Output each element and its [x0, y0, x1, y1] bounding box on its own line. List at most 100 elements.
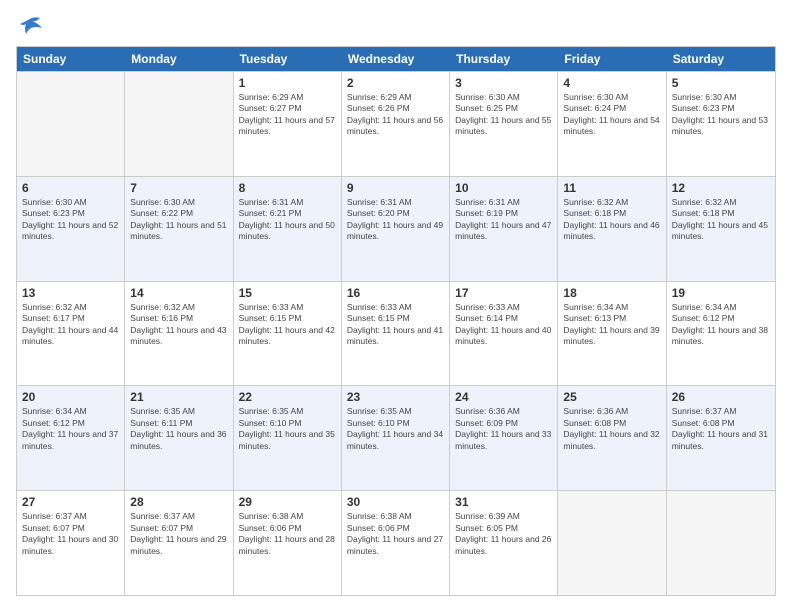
day-number: 6: [22, 181, 119, 195]
logo: [16, 16, 44, 36]
calendar-cell: 28 Sunrise: 6:37 AM Sunset: 6:07 PM Dayli…: [125, 491, 233, 595]
day-number: 2: [347, 76, 444, 90]
calendar-cell: 14 Sunrise: 6:32 AM Sunset: 6:16 PM Dayli…: [125, 282, 233, 386]
calendar-cell: 16 Sunrise: 6:33 AM Sunset: 6:15 PM Dayli…: [342, 282, 450, 386]
day-number: 16: [347, 286, 444, 300]
cell-info: Sunrise: 6:30 AM Sunset: 6:25 PM Dayligh…: [455, 92, 552, 138]
calendar-cell: 17 Sunrise: 6:33 AM Sunset: 6:14 PM Dayli…: [450, 282, 558, 386]
header-day-wednesday: Wednesday: [342, 47, 450, 71]
calendar-cell: 9Sunrise: 6:31 AM Sunset: 6:20 PM Daylig…: [342, 177, 450, 281]
day-number: 29: [239, 495, 336, 509]
calendar-cell: 7 Sunrise: 6:30 AM Sunset: 6:22 PM Daylig…: [125, 177, 233, 281]
calendar-cell: 10Sunrise: 6:31 AM Sunset: 6:19 PM Dayli…: [450, 177, 558, 281]
calendar-cell: 8 Sunrise: 6:31 AM Sunset: 6:21 PM Daylig…: [234, 177, 342, 281]
day-number: 26: [672, 390, 770, 404]
cell-info: Sunrise: 6:31 AM Sunset: 6:19 PM Dayligh…: [455, 197, 552, 243]
day-number: 7: [130, 181, 227, 195]
calendar-cell: 26 Sunrise: 6:37 AM Sunset: 6:08 PM Dayli…: [667, 386, 775, 490]
calendar-row-5: 27 Sunrise: 6:37 AM Sunset: 6:07 PM Dayli…: [17, 490, 775, 595]
day-number: 25: [563, 390, 660, 404]
calendar-cell: 20Sunrise: 6:34 AM Sunset: 6:12 PM Dayli…: [17, 386, 125, 490]
day-number: 11: [563, 181, 660, 195]
cell-info: Sunrise: 6:30 AM Sunset: 6:22 PM Dayligh…: [130, 197, 227, 243]
day-number: 21: [130, 390, 227, 404]
cell-info: Sunrise: 6:32 AM Sunset: 6:16 PM Dayligh…: [130, 302, 227, 348]
cell-info: Sunrise: 6:37 AM Sunset: 6:08 PM Dayligh…: [672, 406, 770, 452]
calendar-header: SundayMondayTuesdayWednesdayThursdayFrid…: [17, 47, 775, 71]
calendar-cell: 3 Sunrise: 6:30 AM Sunset: 6:25 PM Daylig…: [450, 72, 558, 176]
header: [16, 16, 776, 36]
day-number: 15: [239, 286, 336, 300]
day-number: 20: [22, 390, 119, 404]
calendar-cell: 6 Sunrise: 6:30 AM Sunset: 6:23 PM Daylig…: [17, 177, 125, 281]
calendar-body: 1Sunrise: 6:29 AM Sunset: 6:27 PM Daylig…: [17, 71, 775, 595]
day-number: 8: [239, 181, 336, 195]
calendar-cell: 29 Sunrise: 6:38 AM Sunset: 6:06 PM Dayli…: [234, 491, 342, 595]
cell-info: Sunrise: 6:37 AM Sunset: 6:07 PM Dayligh…: [22, 511, 119, 557]
calendar-cell: 27 Sunrise: 6:37 AM Sunset: 6:07 PM Dayli…: [17, 491, 125, 595]
cell-info: Sunrise: 6:29 AM Sunset: 6:27 PM Dayligh…: [239, 92, 336, 138]
day-number: 17: [455, 286, 552, 300]
day-number: 27: [22, 495, 119, 509]
day-number: 9: [347, 181, 444, 195]
calendar-cell: 13 Sunrise: 6:32 AM Sunset: 6:17 PM Dayli…: [17, 282, 125, 386]
calendar-cell: [558, 491, 666, 595]
cell-info: Sunrise: 6:37 AM Sunset: 6:07 PM Dayligh…: [130, 511, 227, 557]
cell-info: Sunrise: 6:32 AM Sunset: 6:18 PM Dayligh…: [563, 197, 660, 243]
calendar-cell: [17, 72, 125, 176]
cell-info: Sunrise: 6:39 AM Sunset: 6:05 PM Dayligh…: [455, 511, 552, 557]
cell-info: Sunrise: 6:30 AM Sunset: 6:23 PM Dayligh…: [672, 92, 770, 138]
day-number: 3: [455, 76, 552, 90]
calendar-cell: 2Sunrise: 6:29 AM Sunset: 6:26 PM Daylig…: [342, 72, 450, 176]
logo-bird-icon: [18, 16, 44, 38]
cell-info: Sunrise: 6:35 AM Sunset: 6:10 PM Dayligh…: [239, 406, 336, 452]
calendar-cell: 25 Sunrise: 6:36 AM Sunset: 6:08 PM Dayli…: [558, 386, 666, 490]
calendar-cell: 1Sunrise: 6:29 AM Sunset: 6:27 PM Daylig…: [234, 72, 342, 176]
cell-info: Sunrise: 6:34 AM Sunset: 6:12 PM Dayligh…: [672, 302, 770, 348]
header-day-thursday: Thursday: [450, 47, 558, 71]
day-number: 12: [672, 181, 770, 195]
cell-info: Sunrise: 6:36 AM Sunset: 6:08 PM Dayligh…: [563, 406, 660, 452]
calendar-row-1: 1Sunrise: 6:29 AM Sunset: 6:27 PM Daylig…: [17, 71, 775, 176]
day-number: 22: [239, 390, 336, 404]
cell-info: Sunrise: 6:35 AM Sunset: 6:10 PM Dayligh…: [347, 406, 444, 452]
day-number: 13: [22, 286, 119, 300]
cell-info: Sunrise: 6:33 AM Sunset: 6:15 PM Dayligh…: [347, 302, 444, 348]
cell-info: Sunrise: 6:33 AM Sunset: 6:14 PM Dayligh…: [455, 302, 552, 348]
cell-info: Sunrise: 6:38 AM Sunset: 6:06 PM Dayligh…: [347, 511, 444, 557]
cell-info: Sunrise: 6:38 AM Sunset: 6:06 PM Dayligh…: [239, 511, 336, 557]
cell-info: Sunrise: 6:31 AM Sunset: 6:21 PM Dayligh…: [239, 197, 336, 243]
calendar-cell: 23Sunrise: 6:35 AM Sunset: 6:10 PM Dayli…: [342, 386, 450, 490]
day-number: 5: [672, 76, 770, 90]
calendar-cell: 11 Sunrise: 6:32 AM Sunset: 6:18 PM Dayli…: [558, 177, 666, 281]
day-number: 4: [563, 76, 660, 90]
cell-info: Sunrise: 6:30 AM Sunset: 6:24 PM Dayligh…: [563, 92, 660, 138]
calendar-cell: [125, 72, 233, 176]
calendar-cell: 12Sunrise: 6:32 AM Sunset: 6:18 PM Dayli…: [667, 177, 775, 281]
calendar-cell: [667, 491, 775, 595]
calendar-row-4: 20Sunrise: 6:34 AM Sunset: 6:12 PM Dayli…: [17, 385, 775, 490]
day-number: 24: [455, 390, 552, 404]
cell-info: Sunrise: 6:34 AM Sunset: 6:13 PM Dayligh…: [563, 302, 660, 348]
calendar-cell: 30Sunrise: 6:38 AM Sunset: 6:06 PM Dayli…: [342, 491, 450, 595]
day-number: 14: [130, 286, 227, 300]
day-number: 31: [455, 495, 552, 509]
header-day-saturday: Saturday: [667, 47, 775, 71]
calendar-cell: 4 Sunrise: 6:30 AM Sunset: 6:24 PM Daylig…: [558, 72, 666, 176]
calendar-cell: 31 Sunrise: 6:39 AM Sunset: 6:05 PM Dayli…: [450, 491, 558, 595]
calendar-cell: 15Sunrise: 6:33 AM Sunset: 6:15 PM Dayli…: [234, 282, 342, 386]
day-number: 19: [672, 286, 770, 300]
header-day-tuesday: Tuesday: [234, 47, 342, 71]
header-day-sunday: Sunday: [17, 47, 125, 71]
day-number: 28: [130, 495, 227, 509]
cell-info: Sunrise: 6:36 AM Sunset: 6:09 PM Dayligh…: [455, 406, 552, 452]
calendar-cell: 21Sunrise: 6:35 AM Sunset: 6:11 PM Dayli…: [125, 386, 233, 490]
calendar-cell: 5 Sunrise: 6:30 AM Sunset: 6:23 PM Daylig…: [667, 72, 775, 176]
calendar: SundayMondayTuesdayWednesdayThursdayFrid…: [16, 46, 776, 596]
calendar-cell: 24 Sunrise: 6:36 AM Sunset: 6:09 PM Dayli…: [450, 386, 558, 490]
calendar-row-3: 13 Sunrise: 6:32 AM Sunset: 6:17 PM Dayli…: [17, 281, 775, 386]
calendar-cell: 18 Sunrise: 6:34 AM Sunset: 6:13 PM Dayli…: [558, 282, 666, 386]
cell-info: Sunrise: 6:32 AM Sunset: 6:17 PM Dayligh…: [22, 302, 119, 348]
cell-info: Sunrise: 6:30 AM Sunset: 6:23 PM Dayligh…: [22, 197, 119, 243]
day-number: 18: [563, 286, 660, 300]
